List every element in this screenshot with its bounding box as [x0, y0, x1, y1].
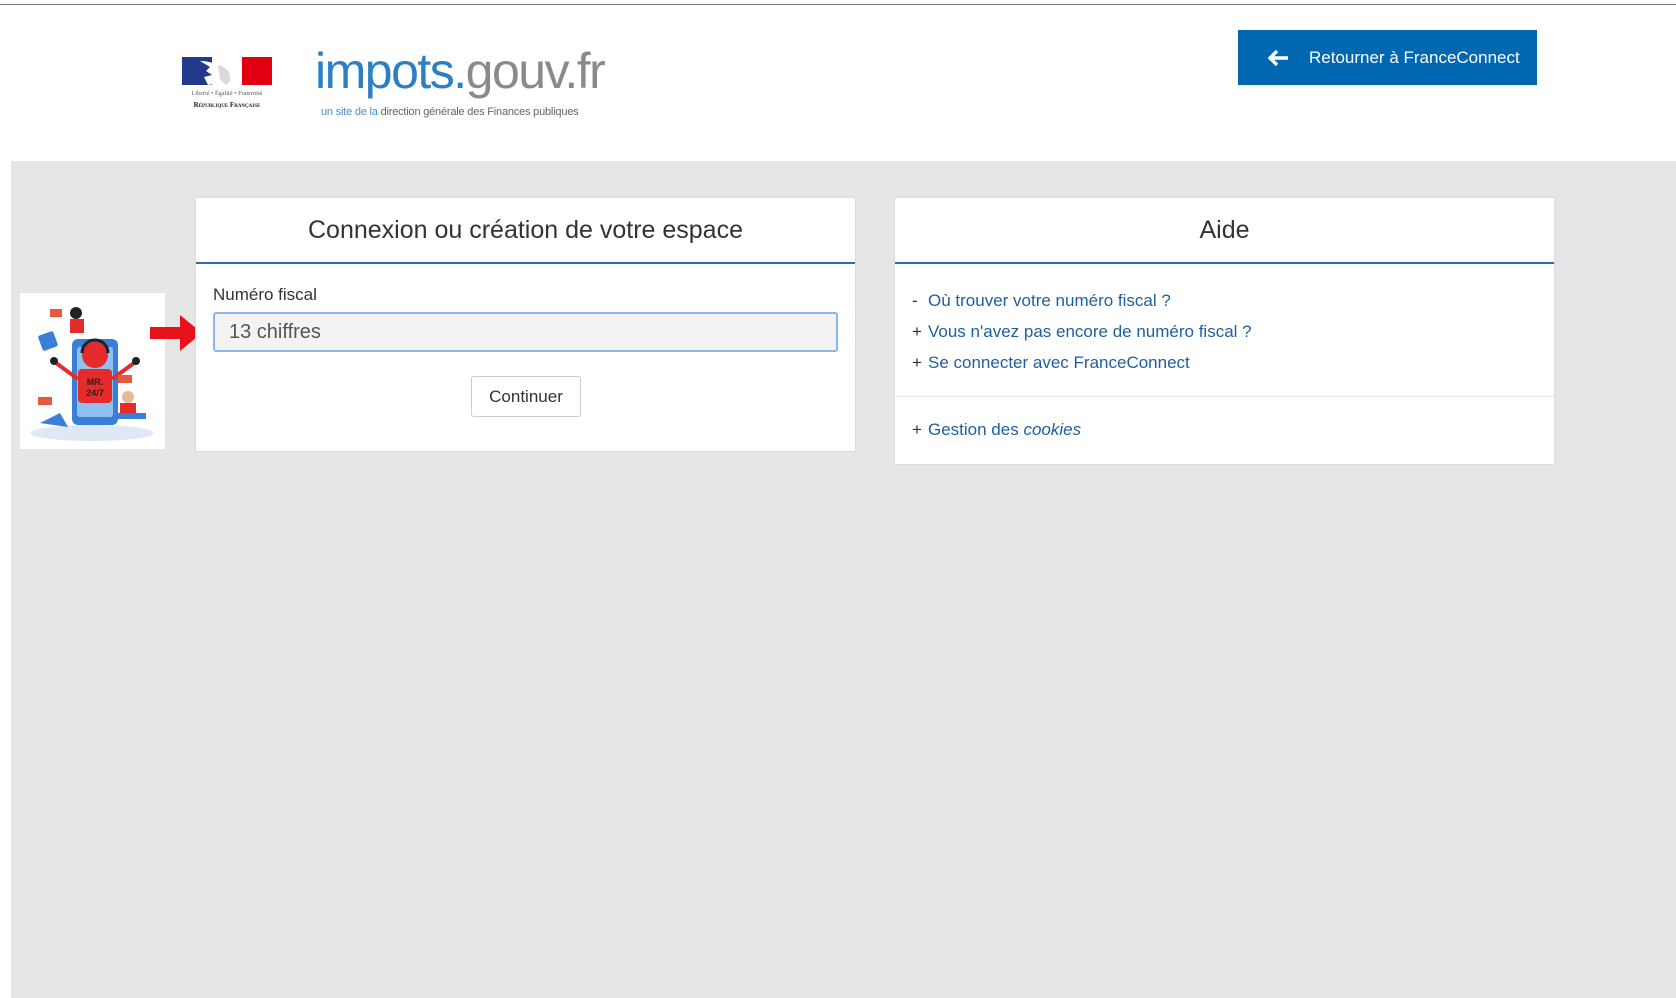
- brand-subtitle: un site de la direction générale des Fin…: [321, 106, 579, 118]
- login-panel: Connexion ou création de votre espace Nu…: [195, 197, 856, 452]
- marianne-logo-icon: [182, 57, 272, 85]
- collapse-sign: -: [912, 290, 918, 310]
- marianne-logo: Liberté • Égalité • Fraternité Républiqu…: [181, 55, 273, 117]
- help-panel: Aide - Où trouver votre numéro fiscal ? …: [894, 197, 1555, 465]
- brand-subtitle-prefix: un site de la: [321, 106, 381, 118]
- brand-part-impots: impots.: [315, 43, 467, 99]
- brand-subtitle-dgfip: direction générale des Finances publique…: [380, 106, 579, 118]
- help-item-find-fiscal-number[interactable]: - Où trouver votre numéro fiscal ?: [912, 285, 1532, 316]
- expand-sign: +: [912, 352, 922, 372]
- help-panel-title: Aide: [895, 198, 1554, 264]
- help-link-label: Se connecter avec FranceConnect: [928, 352, 1190, 372]
- help-item-cookies[interactable]: + Gestion des cookies: [912, 414, 1081, 445]
- site-header: Liberté • Égalité • Fraternité Républiqu…: [0, 5, 1676, 161]
- return-franceconnect-button[interactable]: Retourner à FranceConnect: [1238, 30, 1537, 85]
- expand-sign: +: [912, 321, 922, 341]
- republic-motto: Liberté • Égalité • Fraternité: [191, 91, 263, 97]
- help-divider: [895, 396, 1554, 397]
- mascot-badge-line1: MR.: [87, 377, 104, 387]
- help-item-no-fiscal-number[interactable]: + Vous n'avez pas encore de numéro fisca…: [912, 316, 1532, 347]
- republic-name: République Française: [193, 101, 261, 109]
- help-link-label: Vous n'avez pas encore de numéro fiscal …: [928, 321, 1252, 341]
- cookies-link-italic: cookies: [1023, 419, 1082, 439]
- help-item-franceconnect[interactable]: + Se connecter avec FranceConnect: [912, 347, 1532, 378]
- fiscal-number-label: Numéro fiscal: [213, 285, 317, 304]
- fiscal-number-input[interactable]: [213, 312, 838, 352]
- help-link-label: Où trouver votre numéro fiscal ?: [928, 290, 1171, 310]
- mascot-badge-line2: 24/7: [86, 388, 104, 398]
- continue-button[interactable]: Continuer: [471, 376, 581, 417]
- expand-sign: +: [912, 419, 922, 439]
- mascot-illustration: MR. 24/7: [20, 293, 165, 449]
- mascot-drawing: MR. 24/7: [30, 307, 154, 441]
- site-brand[interactable]: impots.gouv.fr: [315, 43, 606, 99]
- return-franceconnect-label: Retourner à FranceConnect: [1309, 47, 1520, 67]
- login-panel-title: Connexion ou création de votre espace: [196, 198, 855, 264]
- brand-part-gouv: gouv.fr: [465, 43, 606, 99]
- help-list: - Où trouver votre numéro fiscal ? + Vou…: [912, 285, 1532, 378]
- cookies-link-label: Gestion des cookies: [928, 420, 1081, 440]
- cookies-link-prefix: Gestion des: [928, 419, 1024, 439]
- arrow-left-icon: [1268, 49, 1288, 66]
